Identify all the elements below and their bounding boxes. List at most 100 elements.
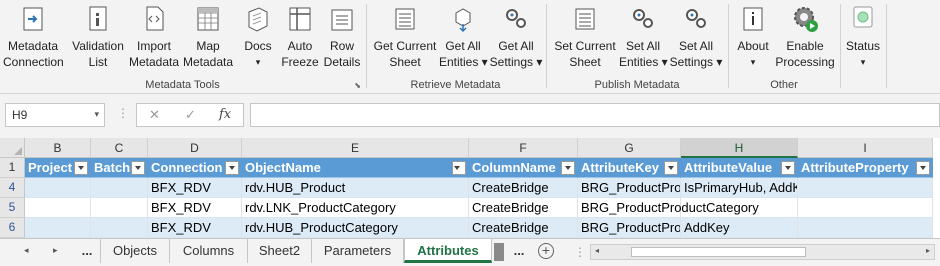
column-header-h[interactable]: H [681,138,798,158]
table-header-cell[interactable]: AttributeProperty [798,158,933,178]
column-header-b[interactable]: B [25,138,91,158]
insert-function-icon[interactable]: fx [219,107,231,122]
table-cell[interactable]: AddKey [681,218,798,238]
label-line2: Sheet [389,55,421,69]
map-metadata-button[interactable]: Map Metadata [182,4,234,74]
tab-objects[interactable]: Objects [100,239,170,263]
filter-active-icon[interactable] [452,161,466,175]
tab-split-handle[interactable] [494,243,504,261]
table-header-cell[interactable]: Project [25,158,91,178]
column-header-e[interactable]: E [242,138,469,158]
table-cell[interactable] [91,218,148,238]
table-cell[interactable]: BFX_RDV [148,178,242,198]
label-line2: ▾ [860,57,866,67]
filter-dropdown-icon[interactable] [225,161,239,175]
table-cell[interactable]: CreateBridge [469,218,578,238]
table-cell[interactable]: rdv.HUB_ProductCategory [242,218,469,238]
validation-list-button[interactable]: Validation List [70,4,126,74]
auto-freeze-button[interactable]: Auto Freeze [280,4,320,74]
set-all-settings-button[interactable]: Set All Settings ▾ [669,4,723,74]
column-header-d[interactable]: D [148,138,242,158]
table-cell[interactable]: rdv.HUB_Product [242,178,469,198]
filter-dropdown-icon[interactable] [916,161,930,175]
table-cell[interactable] [798,218,933,238]
table-cell[interactable]: rdv.LNK_ProductCategory [242,198,469,218]
name-box[interactable]: H9 ▾ [5,103,105,127]
enter-icon[interactable]: ✓ [185,107,196,123]
scroll-right-icon[interactable]: ▸ [926,246,930,255]
table-cell[interactable] [25,178,91,198]
filter-dropdown-icon[interactable] [664,161,678,175]
get-all-entities-button[interactable]: Get All Entities ▾ [439,4,488,74]
table-header-cell[interactable]: Batch [91,158,148,178]
sheet-icon [395,8,415,30]
row-header[interactable]: 5 [0,198,25,218]
scrollbar-thumb[interactable] [631,247,806,257]
tab-attributes[interactable]: Attributes [404,239,492,263]
scroll-left-icon[interactable]: ◂ [595,246,599,255]
dialog-launcher-icon[interactable]: ⬊ [354,81,361,90]
table-cell[interactable] [798,198,933,218]
formula-bar: H9 ▾ ⋮ ✕ ✓ fx [0,96,940,134]
tab-parameters[interactable]: Parameters [312,239,404,263]
column-header-i[interactable]: I [798,138,933,158]
table-cell[interactable] [91,178,148,198]
table-header-cell[interactable]: AttributeKey [578,158,681,178]
status-button[interactable]: Status ▾ [843,4,883,74]
table-cell[interactable]: BRG_ProductPro [578,178,681,198]
set-current-sheet-button[interactable]: Set Current Sheet [551,4,619,74]
about-button[interactable]: About ▾ [733,4,773,74]
docs-button[interactable]: Docs ▾ [238,4,278,74]
column-header-c[interactable]: C [91,138,148,158]
table-cell[interactable]: CreateBridge [469,178,578,198]
tab-columns[interactable]: Columns [170,239,248,263]
more-tabs-left[interactable]: ... [74,239,100,263]
enable-processing-button[interactable]: Enable Processing [773,4,837,74]
table-cell[interactable] [798,178,933,198]
table-header-cell[interactable]: ColumnName [469,158,578,178]
row-header[interactable]: 1 [0,158,25,178]
formula-input[interactable] [250,103,940,127]
worksheet-grid: B C D E F G H I 1 4 5 6 Project Batch Co… [0,138,940,238]
table-cell[interactable]: BFX_RDV [148,198,242,218]
cancel-icon[interactable]: ✕ [149,107,160,123]
table-header-cell[interactable]: ObjectName [242,158,469,178]
scroll-tabs-left-icon[interactable]: ◂ [24,245,29,256]
label-line1: Set All [625,39,661,53]
column-header-f[interactable]: F [469,138,578,158]
table-cell[interactable]: BRG_ProductPro [578,218,681,238]
filter-dropdown-icon[interactable] [561,161,575,175]
tab-sheet2[interactable]: Sheet2 [248,239,312,263]
table-cell[interactable]: CreateBridge [469,198,578,218]
scroll-tabs-right-icon[interactable]: ▸ [53,245,58,256]
table-cell[interactable] [25,198,91,218]
row-header[interactable]: 4 [0,178,25,198]
table-cell[interactable]: BFX_RDV [148,218,242,238]
column-header-g[interactable]: G [578,138,681,158]
import-icon [146,6,164,31]
docs-icon [248,7,268,32]
row-details-button[interactable]: Row Details [320,4,364,74]
filter-dropdown-icon[interactable] [131,161,145,175]
scrollbar-grip-icon[interactable]: ⋮ [574,245,586,259]
get-current-sheet-button[interactable]: Get Current Sheet [369,4,441,74]
get-all-settings-button[interactable]: Get All Settings ▾ [489,4,543,74]
row-header[interactable]: 6 [0,218,25,238]
formula-bar-grip-icon[interactable]: ⋮ [117,106,129,120]
horizontal-scrollbar[interactable]: ◂ ▸ [590,244,935,260]
chevron-down-icon[interactable]: ▾ [94,109,99,120]
table-cell[interactable]: IsPrimaryHub, AddKey [681,178,798,198]
table-cell[interactable] [25,218,91,238]
filter-dropdown-icon[interactable] [781,161,795,175]
table-header-cell[interactable]: Connection [148,158,242,178]
filter-dropdown-icon[interactable] [74,161,88,175]
add-sheet-icon[interactable]: + [538,243,554,259]
select-all-corner[interactable] [0,138,25,158]
import-metadata-button[interactable]: Import Metadata [128,4,180,74]
more-tabs-right[interactable]: ... [506,239,532,263]
metadata-connection-button[interactable]: Metadata Connection [3,4,64,74]
table-header-cell[interactable]: AttributeValue [681,158,798,178]
set-all-entities-button[interactable]: Set All Entities ▾ [619,4,668,74]
table-cell[interactable]: BRG_ProductProductCategory [578,198,759,218]
table-cell[interactable] [91,198,148,218]
